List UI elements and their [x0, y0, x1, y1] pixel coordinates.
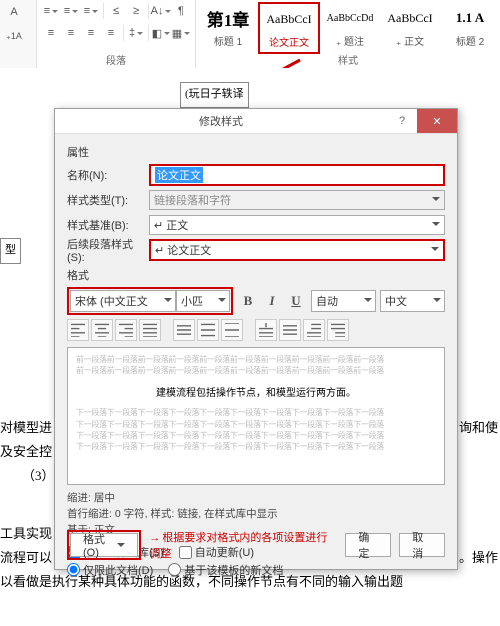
space-before-dec[interactable] — [279, 319, 301, 341]
indent-decrease-icon[interactable]: ≤ — [106, 1, 126, 21]
shading-icon[interactable]: ◧ — [151, 23, 171, 43]
help-button[interactable]: ? — [387, 109, 417, 133]
font-combo[interactable]: 宋体 (中文正文 — [70, 290, 176, 312]
indent-dec-button[interactable] — [327, 319, 349, 341]
line-spacing-icon[interactable]: ‡ — [126, 23, 146, 43]
section-format: 格式 — [67, 267, 445, 283]
dialog-titlebar: 修改样式 ? ✕ — [55, 109, 457, 134]
borders-icon[interactable]: ▦ — [171, 23, 191, 43]
align-left-icon[interactable]: ≡ — [41, 23, 61, 43]
indent-inc-button[interactable] — [303, 319, 325, 341]
bullets-icon[interactable]: ≡ — [41, 1, 61, 21]
section-properties: 属性 — [67, 144, 445, 160]
underline-button[interactable]: U — [285, 290, 307, 312]
doc-diagram-box: (玩日子轶译 — [180, 82, 249, 108]
doc-text: 。操作 — [459, 546, 498, 569]
ribbon: A ₊1A ≡ ≡ ≡ ≤ ≥ A↓ ¶ ≡ ≡ ≡ ≡ ‡ ◧ ▦ 段落 — [0, 0, 500, 69]
styletype-combo[interactable]: 链接段落和字符 — [149, 190, 445, 210]
case-icon[interactable]: ₊1A — [4, 26, 24, 46]
ribbon-group-edit: A ₊1A — [0, 0, 37, 68]
spacing-1-button[interactable] — [173, 319, 195, 341]
lang-combo[interactable]: 中文 — [380, 290, 445, 312]
name-input[interactable]: 论文正文 — [149, 164, 445, 186]
ribbon-group-paragraph: ≡ ≡ ≡ ≤ ≥ A↓ ¶ ≡ ≡ ≡ ≡ ‡ ◧ ▦ 段落 — [37, 0, 196, 68]
annotation-text: 根据要求对格式内的各项设置进行调整 — [149, 529, 329, 561]
indent-increase-icon[interactable]: ≥ — [126, 1, 146, 21]
align-right-icon[interactable]: ≡ — [81, 23, 101, 43]
spacing-15-button[interactable] — [197, 319, 219, 341]
only-this-doc-radio[interactable]: 仅限此文档(D) — [67, 562, 153, 578]
doc-text: 流程可以 — [0, 546, 52, 569]
align-justify-button[interactable] — [139, 319, 161, 341]
doc-text: 对模型进 — [0, 416, 52, 439]
spacing-2-button[interactable] — [221, 319, 243, 341]
follow-combo[interactable]: ↵ 论文正文 — [149, 239, 445, 261]
close-button[interactable]: ✕ — [417, 109, 457, 133]
new-template-radio[interactable]: 基于该模板的新文档 — [168, 562, 283, 578]
cancel-button[interactable]: 取消 — [399, 533, 445, 557]
color-combo[interactable]: 自动 — [311, 290, 376, 312]
ribbon-group-styles: 第1章标题 1AaBbCcI论文正文AaBbCcDd₊ 题注AaBbCcI₊ 正… — [196, 0, 500, 68]
group-label-styles: 样式 — [196, 52, 500, 67]
size-combo[interactable]: 小匹 — [176, 290, 230, 312]
label-follow: 后续段落样式(S): — [67, 236, 149, 264]
group-label-paragraph: 段落 — [37, 52, 195, 67]
show-marks-icon[interactable]: ¶ — [171, 1, 191, 21]
font-color-icon[interactable]: A — [4, 2, 24, 22]
basedon-combo[interactable]: ↵ 正文 — [149, 215, 445, 235]
styles-gallery: 第1章标题 1AaBbCcI论文正文AaBbCcDd₊ 题注AaBbCcI₊ 正… — [198, 2, 500, 54]
label-name: 名称(N): — [67, 167, 149, 183]
align-left-button[interactable] — [67, 319, 89, 341]
label-styletype: 样式类型(T): — [67, 192, 149, 208]
doc-text: 询和使 — [459, 416, 498, 439]
style-preview: 前一段落前一段落前一段落前一段落前一段落前一段落前一段落前一段落前一段落前一段落… — [67, 347, 445, 485]
doc-text: 及安全控 — [0, 440, 52, 463]
italic-button[interactable]: I — [261, 290, 283, 312]
label-basedon: 样式基准(B): — [67, 217, 149, 233]
modify-style-dialog: 修改样式 ? ✕ 属性 名称(N): 论文正文 样式类型(T): 链接段落和字符… — [54, 108, 458, 570]
align-center-icon[interactable]: ≡ — [61, 23, 81, 43]
align-right-button[interactable] — [115, 319, 137, 341]
style-card[interactable]: 1.1 A标题 2 — [440, 2, 500, 52]
style-card[interactable]: AaBbCcI论文正文 — [258, 2, 320, 54]
numbering-icon[interactable]: ≡ — [61, 1, 81, 21]
dialog-title: 修改样式 — [55, 113, 387, 129]
align-justify-icon[interactable]: ≡ — [101, 23, 121, 43]
align-center-button[interactable] — [91, 319, 113, 341]
style-card[interactable]: AaBbCcDd₊ 题注 — [320, 2, 380, 52]
sort-icon[interactable]: A↓ — [151, 1, 171, 21]
ok-button[interactable]: 确定 — [345, 533, 391, 557]
style-card[interactable]: 第1章标题 1 — [198, 2, 258, 52]
style-card[interactable]: AaBbCcI₊ 正文 — [380, 2, 440, 52]
preview-sample-text: 建模流程包括操作节点，和模型运行两方面。 — [76, 384, 436, 399]
space-before-inc[interactable] — [255, 319, 277, 341]
doc-diagram-box-left: 型 — [0, 238, 21, 264]
format-menu-button[interactable]: 格式(O) — [70, 533, 138, 557]
doc-text: 工具实现 — [0, 522, 52, 545]
bold-button[interactable]: B — [237, 290, 259, 312]
multilevel-icon[interactable]: ≡ — [81, 1, 101, 21]
